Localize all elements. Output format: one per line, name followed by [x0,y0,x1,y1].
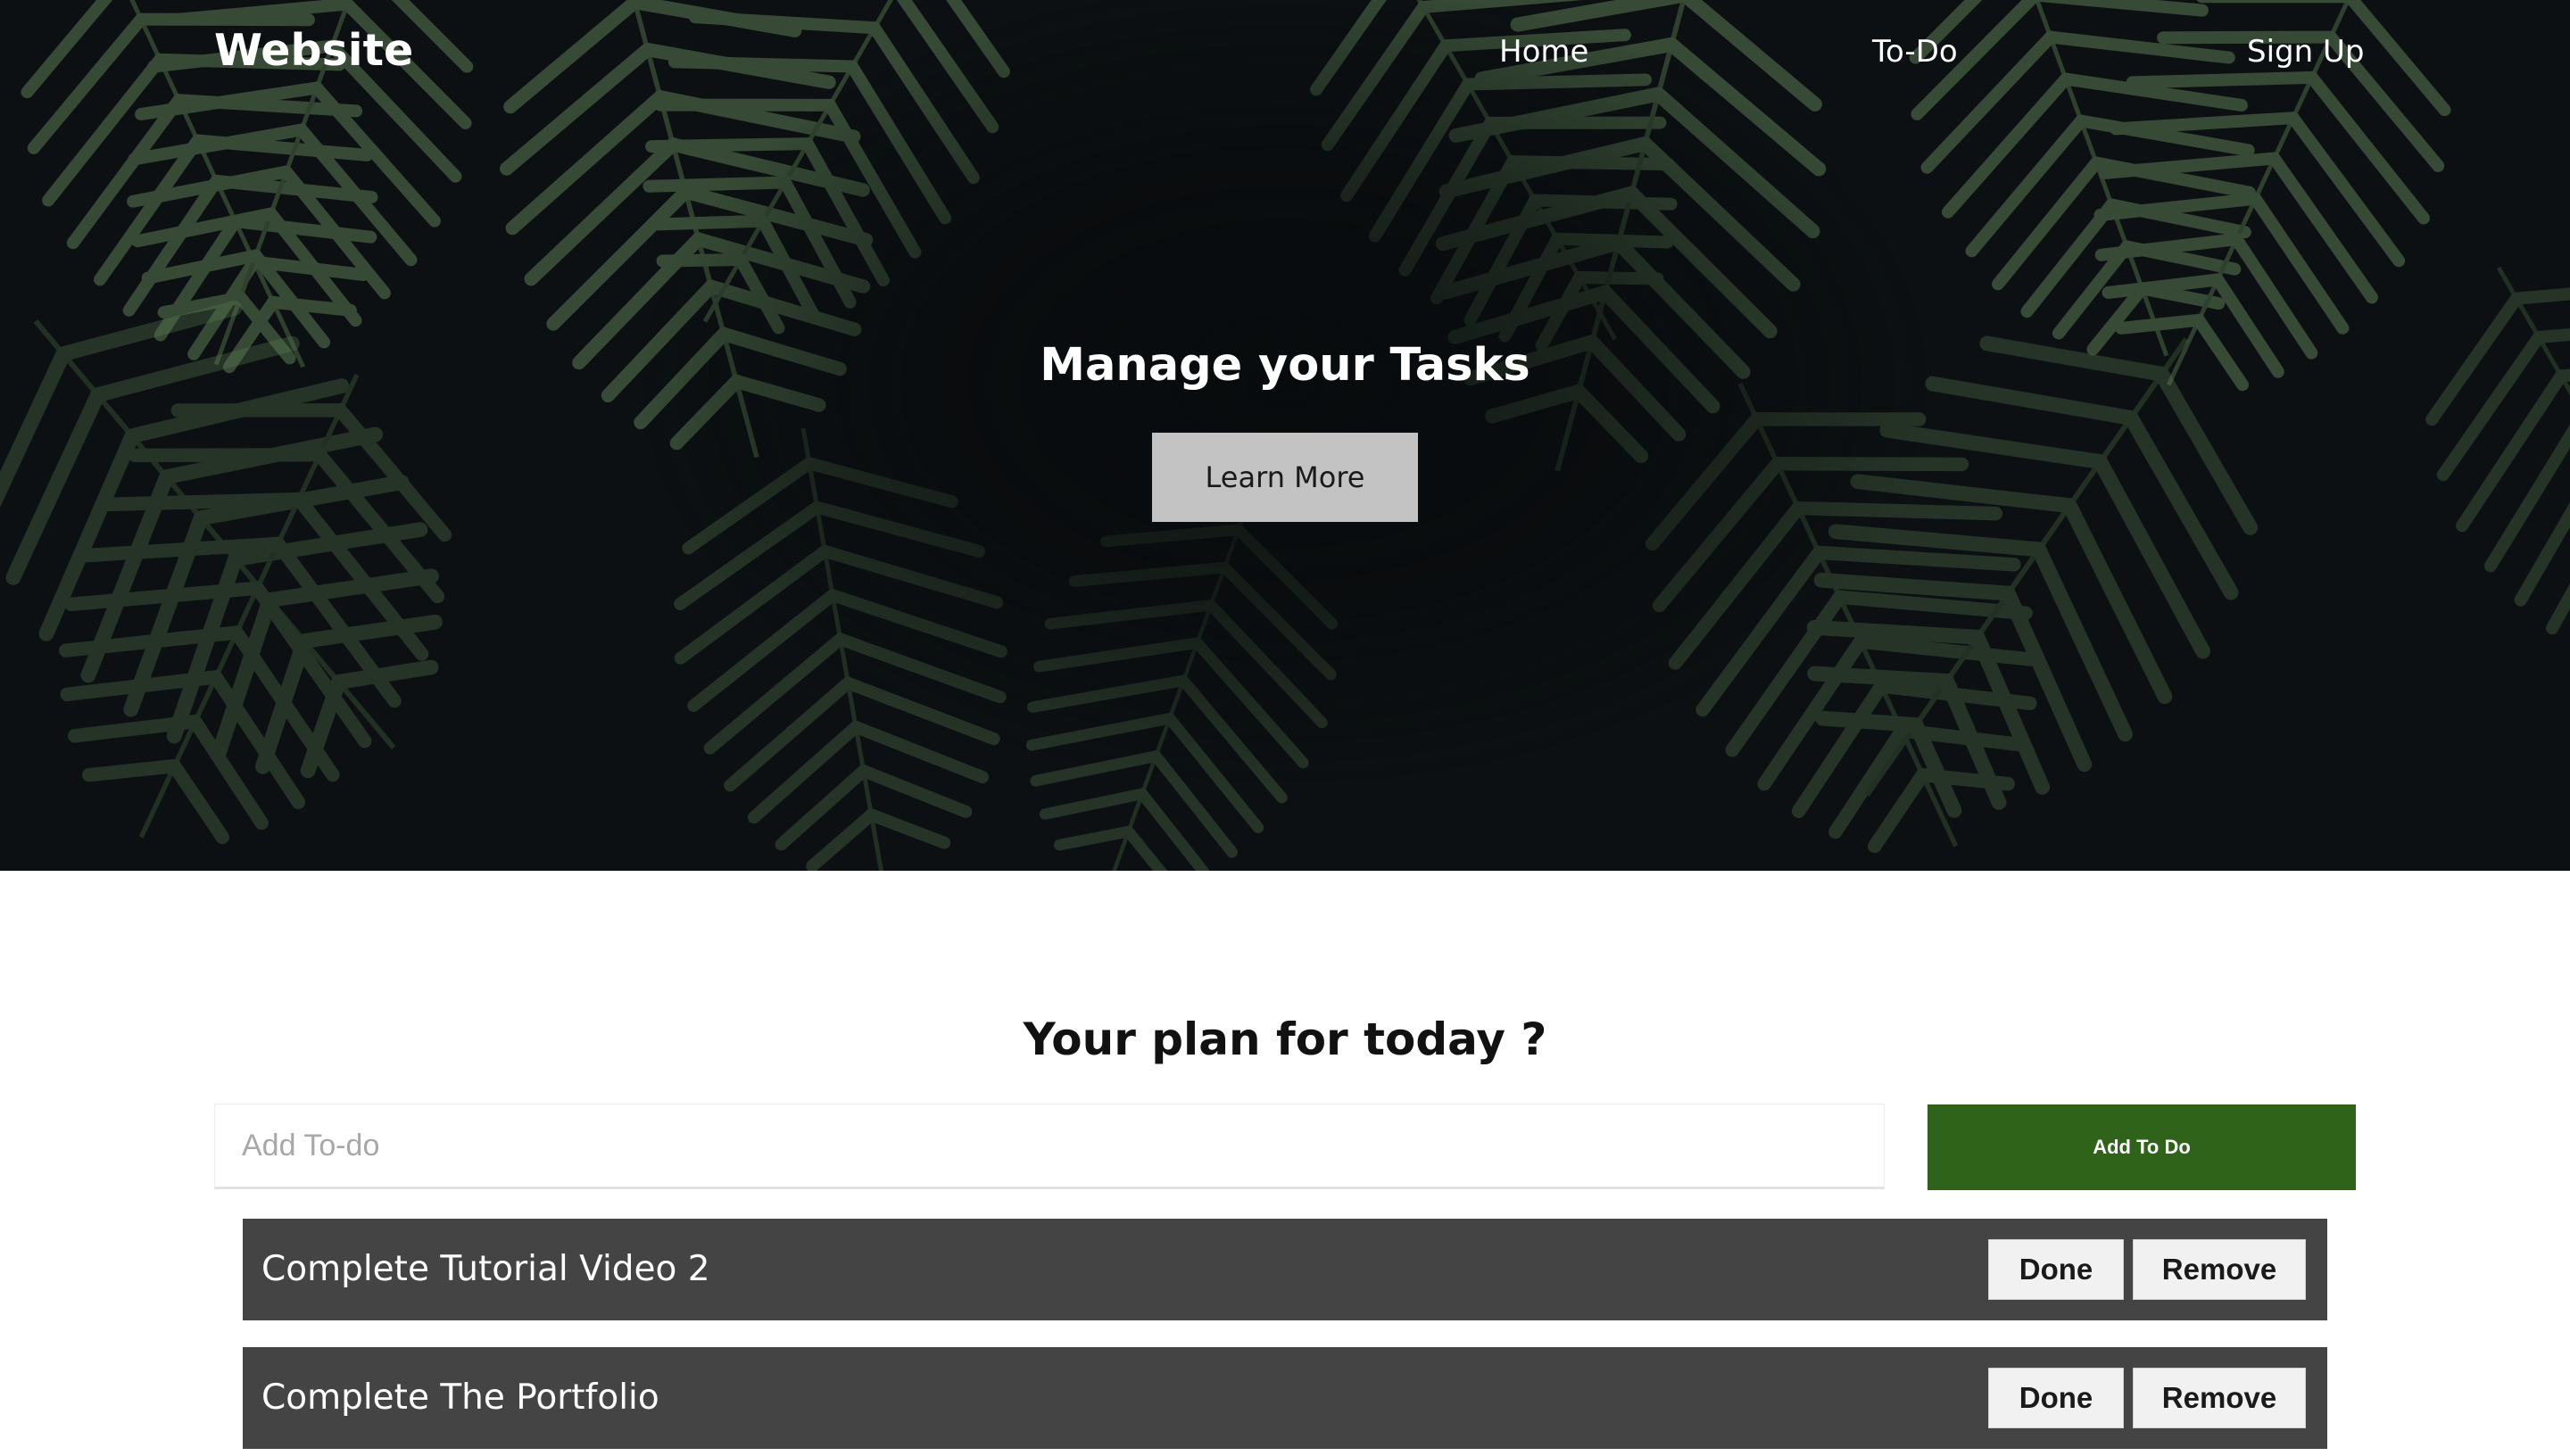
todo-text: Complete The Portfolio [261,1377,659,1418]
nav-home[interactable]: Home [1499,27,1588,77]
learn-more-button[interactable]: Learn More [1152,433,1418,522]
plan-title: Your plan for today ? [1023,1013,1547,1065]
done-button[interactable]: Done [1988,1239,2124,1300]
hero-banner: Website Home To-Do Sign Up Manage your T… [0,0,2570,871]
done-button[interactable]: Done [1988,1368,2124,1428]
site-logo[interactable]: Website [214,21,413,80]
hero-title: Manage your Tasks [1040,339,1530,392]
remove-button[interactable]: Remove [2133,1239,2306,1300]
nav-todo[interactable]: To-Do [1872,27,1958,77]
remove-button[interactable]: Remove [2133,1368,2306,1428]
todo-item: Complete Tutorial Video 2 Done Remove [243,1219,2327,1320]
add-todo-button[interactable]: Add To Do [1928,1104,2356,1190]
todo-text: Complete Tutorial Video 2 [261,1249,710,1289]
nav-sign-up[interactable]: Sign Up [2247,27,2364,77]
todo-item: Complete The Portfolio Done Remove [243,1347,2327,1449]
add-todo-input[interactable] [214,1104,1885,1189]
